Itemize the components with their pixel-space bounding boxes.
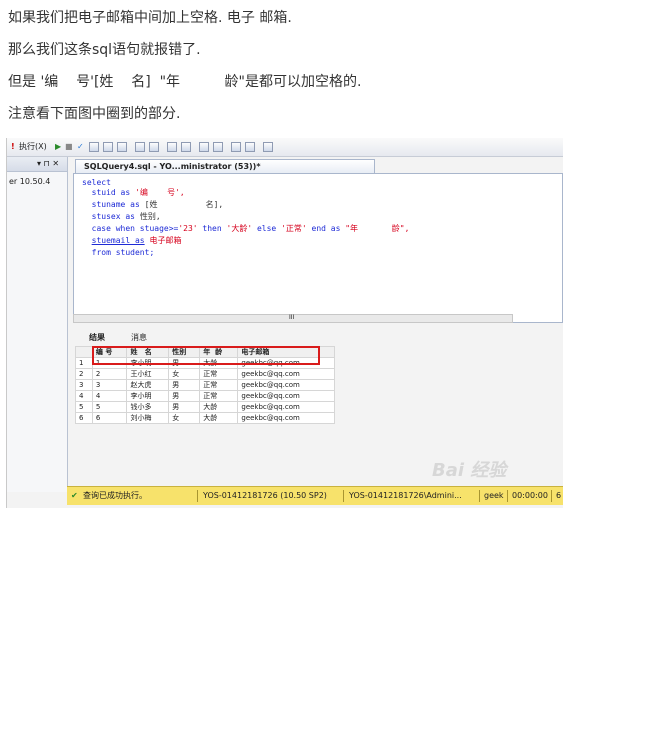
status-time: 00:00:00 <box>512 491 548 500</box>
tab-results[interactable]: 结果 <box>75 332 105 344</box>
status-db: geek <box>484 491 504 500</box>
code-line-7: from student; <box>91 248 155 257</box>
code-line-6: stuemail as 电子邮箱 <box>91 236 182 245</box>
article-line-4: 注意看下面图中圈到的部分. <box>8 106 181 122</box>
specify-values-icon[interactable] <box>263 142 273 152</box>
panel-pin-controls[interactable]: ▾ ⊓ ✕ <box>37 159 59 168</box>
include-plan-icon[interactable] <box>117 142 127 152</box>
execute-button[interactable]: 执行(X) <box>19 141 47 153</box>
article-line-3: 但是 '编 号'[姓 名] "年 龄"是都可以加空格的. <box>8 74 362 90</box>
execute-icon[interactable]: ! <box>11 141 15 153</box>
query-editor[interactable]: select stuid as '编 号', stuname as [姓 名],… <box>73 173 563 323</box>
toolbar: ! 执行(X) ▶ ■ ✓ <box>7 138 563 157</box>
tab-messages[interactable]: 消息 <box>117 332 147 344</box>
uncomment-icon[interactable] <box>213 142 223 152</box>
results-text-icon[interactable] <box>149 142 159 152</box>
code-line-3: stuname as [姓 名], <box>91 200 224 209</box>
server-node[interactable]: er 10.50.4 <box>9 177 50 186</box>
code-line-5: case when stuage>='23' then '大龄' else '正… <box>91 224 410 233</box>
code-line-4: stusex as 性别, <box>91 212 161 221</box>
debug-icon[interactable]: ▶ <box>55 141 61 153</box>
success-icon: ✔ <box>71 491 78 500</box>
status-user: YOS-01412181726\Admini... <box>349 491 462 500</box>
estimated-plan-icon[interactable] <box>89 142 99 152</box>
code-line-2: stuid as '编 号', <box>91 188 185 197</box>
results-grid-icon[interactable] <box>167 142 177 152</box>
tab-sqlquery4[interactable]: SQLQuery4.sql - YO...ministrator (53))* <box>75 159 375 173</box>
article-line-1: 如果我们把电子邮箱中间加上空格. 电子 邮箱. <box>8 10 292 26</box>
status-server: YOS-01412181726 (10.50 SP2) <box>203 491 327 500</box>
table-row[interactable]: 6 6 刘小梅女大龄 geekbc@qq.com <box>75 412 335 424</box>
stop-icon[interactable]: ■ <box>65 141 73 153</box>
editor-horizontal-scrollbar[interactable]: III <box>73 314 513 323</box>
indent-icon[interactable] <box>245 142 255 152</box>
table-row[interactable]: 2 2 王小红女正常 geekbc@qq.com <box>75 368 335 380</box>
table-row[interactable]: 3 3 赵大虎男正常 geekbc@qq.com <box>75 379 335 391</box>
outdent-icon[interactable] <box>231 142 241 152</box>
comment-icon[interactable] <box>199 142 209 152</box>
status-message: 查询已成功执行。 <box>83 491 147 500</box>
client-stats-icon[interactable] <box>135 142 145 152</box>
parse-icon[interactable]: ✓ <box>77 141 84 153</box>
article-line-2: 那么我们这条sql语句就报错了. <box>8 42 201 58</box>
status-rows: 6 <box>556 491 562 500</box>
grid-header[interactable] <box>75 346 93 358</box>
table-row[interactable]: 5 5 钱小多男大龄 geekbc@qq.com <box>75 401 335 413</box>
object-explorer-header: ▾ ⊓ ✕ <box>7 157 67 172</box>
highlight-box <box>92 346 320 365</box>
query-designer-icon[interactable] <box>103 142 113 152</box>
object-explorer: ▾ ⊓ ✕ er 10.50.4 <box>7 157 68 492</box>
results-file-icon[interactable] <box>181 142 191 152</box>
status-bar: ✔ 查询已成功执行。 YOS-01412181726 (10.50 SP2) Y… <box>67 486 563 505</box>
scroll-thumb-mark: III <box>289 314 295 321</box>
table-row[interactable]: 4 4 李小明男正常 geekbc@qq.com <box>75 390 335 402</box>
code-line-1: select <box>82 178 111 187</box>
result-tabs: 结果 消息 <box>73 331 563 345</box>
ssms-screenshot: ! 执行(X) ▶ ■ ✓ ▾ ⊓ ✕ er 10.50.4 SQLQuery4… <box>6 138 563 508</box>
baidu-watermark: Bai 经验 <box>432 460 507 481</box>
